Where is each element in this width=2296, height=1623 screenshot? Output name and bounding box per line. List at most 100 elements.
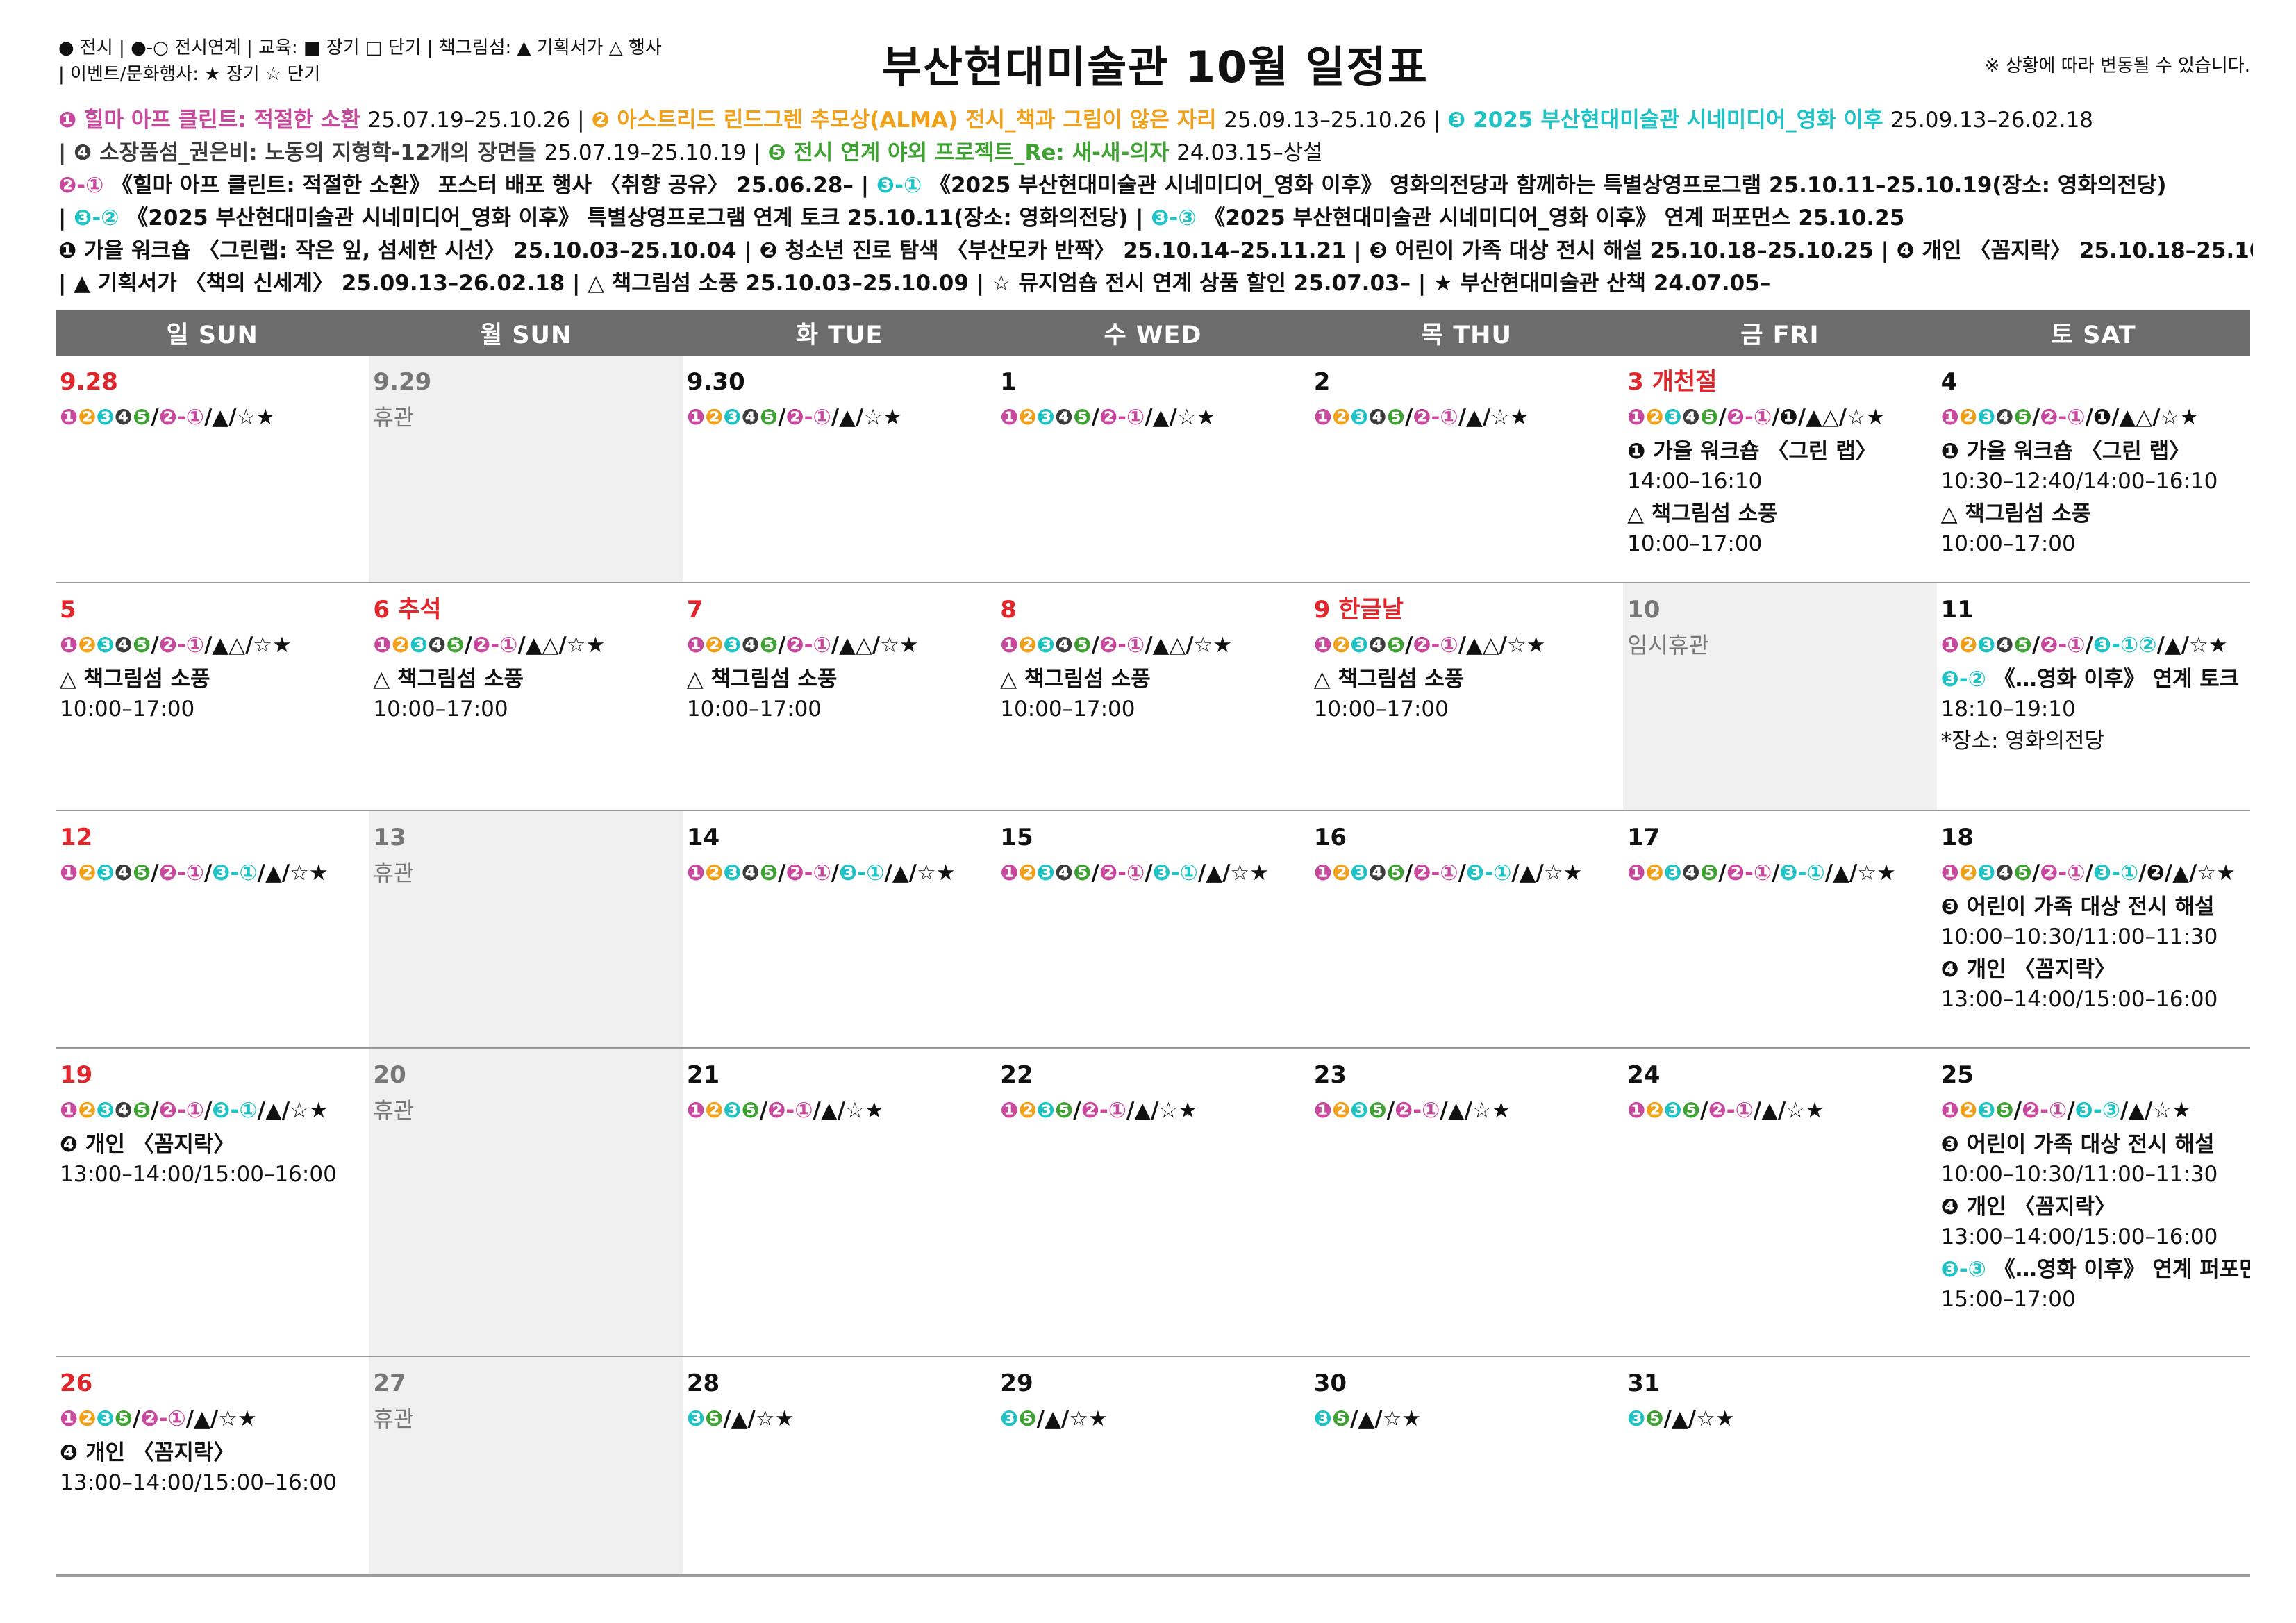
event-title: ❶ 가을 워크숍 〈그린 랩〉 [1941,436,2246,467]
event-title: △ 책그림섬 소풍 [373,664,678,694]
program-mark: ❺ [1018,1406,1037,1431]
program-mark: ❺ [2013,860,2032,885]
program-mark: ❷-① [767,1098,813,1123]
program-mark: / [151,405,159,430]
program-mark: ❹ [741,633,760,658]
program-mark: ❸ [1036,1098,1056,1123]
program-mark: ❺ [1700,405,1719,430]
program-mark: ❶ [60,1098,78,1123]
program-mark: ❺ [1386,860,1405,885]
related-2-1-text: 《힐마 아프 클린트: 적절한 소환》 포스터 배포 행사 〈취향 공유〉 25… [111,173,876,198]
day-cell: 25 ❶❷❸❺/❷-①/❸-③/▲/☆★ ❸ 어린이 가족 대상 전시 해설 10:0… [1936,1049,2250,1357]
event-title: △ 책그림섬 소풍 [1941,499,2246,529]
day-date: 5 [60,596,76,624]
program-mark: ❺ [133,1098,151,1123]
related-3-1-text: 《2025 부산현대미술관 시네미디어_영화 이후》 영화의전당과 함께하는 특… [929,173,2167,198]
day-date: 20 [373,1061,406,1089]
program-mark: ❷ [1958,405,1978,430]
day-date: 31 [1627,1370,1661,1397]
program-mark: ❷-① [1726,860,1772,885]
event-title-text: △ 책그림섬 소풍 [1627,501,1778,526]
related-3-1-mark: ❸-① [876,173,929,198]
weekday-label: 금 FRI [1740,321,1820,349]
weekday-label: 목 THU [1420,321,1512,349]
related-2-1-mark: ❷-① [58,173,112,198]
program-mark: ❺ [114,1406,133,1431]
day-date: 10 [1627,596,1661,624]
program-mark: ❹ [741,405,760,430]
program-mark: ❷-① [785,633,831,658]
program-mark: / [1386,1098,1395,1123]
program-mark: ❺ [133,633,151,658]
program-marks: ❶❷❸❹❺/❷-①/▲△/☆★ [687,626,992,664]
exhibit-3-period: 25.09.13–26.02.18 [1890,108,2094,133]
exhibit-4-name: | ❹ 소장품섬_권은비: 노동의 지형학-12개의 장면들 [58,140,544,165]
program-mark: ❹ [1995,405,2014,430]
event-title-text: ❸ 어린이 가족 대상 전시 해설 [1940,894,2215,919]
program-mark: ❸ [96,633,115,658]
program-mark: ❷ [1958,860,1978,885]
program-mark: ❶ [60,860,78,885]
event-title: △ 책그림섬 소풍 [687,664,992,694]
day-date: 30 [1313,1370,1347,1397]
program-marks: ❶❷❸❹❺/❷-①/❶/▲△/☆★ [1627,399,1932,436]
program-mark: ❹ [1055,633,1074,658]
program-mark: / [151,1098,159,1123]
program-mark: ❷-① [472,633,518,658]
program-marks: ❸❺/▲/☆★ [1000,1400,1305,1438]
event-time: 10:00–17:00 [373,697,508,722]
program-mark: ❺ [759,633,779,658]
program-mark: ❷-① [1413,405,1458,430]
program-mark: ❷-① [158,405,204,430]
program-mark: ❸ [1313,1406,1332,1431]
day-date: 28 [686,1370,720,1397]
program-mark: ❶ [60,633,78,658]
info-line-2: | ❹ 소장품섬_권은비: 노동의 지형학-12개의 장면들 25.07.19–… [58,137,2253,169]
program-mark: ❶ [1627,405,1646,430]
day-cell: 11 ❶❷❸❹❺/❷-①/❸-①②/▲/☆★ ❸-② 《…영화 이후》 연계 토크 1… [1936,583,2250,811]
program-mark: /▲/☆★ [1440,1098,1511,1123]
day-date: 21 [686,1061,720,1089]
program-marks: ❶❷❸❹❺/❷-①/❸-①/▲/☆★ [60,854,365,892]
program-mark: ❸ [1350,633,1369,658]
program-mark: ❷-① [158,1098,204,1123]
program-mark: ❹ [1995,633,2014,658]
program-mark: ❷ [1645,860,1664,885]
program-marks: ❶❷❸❹❺/❷-①/❸-①/▲/☆★ [1314,854,1619,892]
program-mark: ❶ [373,633,392,658]
program-mark: / [831,860,840,885]
event-title-text: △ 책그림섬 소풍 [686,667,838,692]
program-marks: ❶❷❸❺/❷-①/▲/☆★ [687,1092,992,1129]
program-mark: ❷-① [1395,1098,1440,1123]
program-mark: /▲/☆★ [257,860,328,885]
program-mark: /▲/☆★ [1753,1098,1824,1123]
program-mark: ❶ [1313,860,1332,885]
program-mark: ❺ [1331,1406,1351,1431]
day-cell: 31 ❸❺/▲/☆★ [1623,1357,1937,1575]
day-date: 25 [1940,1061,1974,1089]
program-mark: ❷-① [2021,1098,2068,1123]
day-cell: 3 개천절 ❶❷❸❹❺/❷-①/❶/▲△/☆★ ❶ 가을 워크숍 〈그린 랩〉 14:… [1623,356,1937,583]
program-marks: ❶❷❸❹❺/❷-①/❸-①/▲/☆★ [60,1092,365,1129]
program-marks: ❶❷❸❹❺/❷-①/▲△/☆★ [373,626,678,664]
program-mark: ❺ [1995,1098,2014,1123]
program-mark: ❺ [759,860,779,885]
program-mark: ❷-① [158,633,204,658]
program-mark: ❸ [1350,860,1369,885]
exhibit-2-period: 25.09.13–25.10.26 | [1224,108,1448,133]
program-mark: ❺ [133,405,151,430]
program-marks: ❶❷❸❹❺/❷-①/▲△/☆★ [1000,626,1305,664]
program-mark: ❶ [1000,405,1019,430]
program-mark: / [778,860,786,885]
closed-label: 휴관 [373,1406,415,1432]
day-date: 8 [1000,596,1017,624]
related-3-2-text: 《2025 부산현대미술관 시네미디어_영화 이후》 특별상영프로그램 연계 토… [126,206,1151,231]
program-mark: ❸-① [212,1098,258,1123]
program-mark: ❹ [1368,405,1387,430]
day-date: 27 [373,1370,406,1397]
program-mark: ❸ [1663,860,1682,885]
program-marks: ❶❷❸❹❺/❷-①/▲△/☆★ [60,626,365,664]
event-title-text: ❸ 어린이 가족 대상 전시 해설 [1940,1132,2215,1157]
program-mark: ❷-① [1099,405,1145,430]
program-mark: ❸ [1350,1098,1369,1123]
